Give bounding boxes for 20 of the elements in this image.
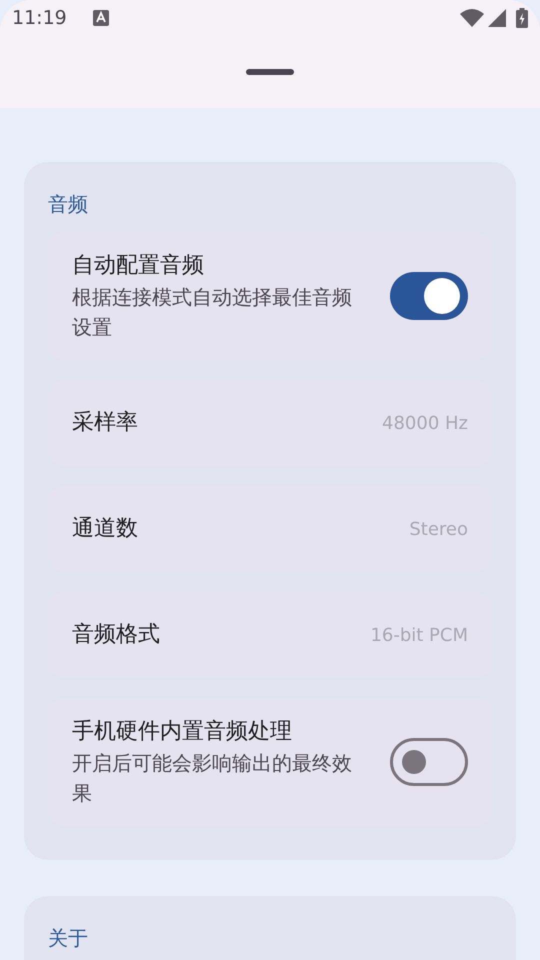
setting-value: Stereo: [409, 518, 468, 542]
setting-title: 自动配置音频: [72, 252, 205, 280]
setting-value: 16-bit PCM: [370, 624, 468, 648]
setting-title: 音频格式: [72, 621, 161, 649]
setting-description: 根据连接模式自动选择最佳音频设置: [72, 284, 353, 341]
signal-icon: [488, 9, 506, 27]
setting-description: 开启后可能会影响输出的最终效果: [72, 750, 353, 807]
setting-title: 手机硬件内置音频处理: [72, 718, 293, 746]
battery-icon: [516, 8, 528, 28]
section-title: 关于: [48, 925, 89, 952]
setting-value: 48000 Hz: [382, 412, 468, 436]
status-time: 11:19: [12, 6, 67, 31]
toggle-switch[interactable]: [390, 738, 468, 786]
setting-title: 采样率: [72, 409, 139, 437]
wifi-icon: [460, 8, 484, 28]
section-title: 音频: [48, 191, 89, 218]
setting-title: 通道数: [72, 515, 139, 543]
toggle-switch[interactable]: [390, 272, 468, 320]
keyboard-icon: [92, 10, 109, 26]
drag-handle[interactable]: [246, 69, 294, 75]
